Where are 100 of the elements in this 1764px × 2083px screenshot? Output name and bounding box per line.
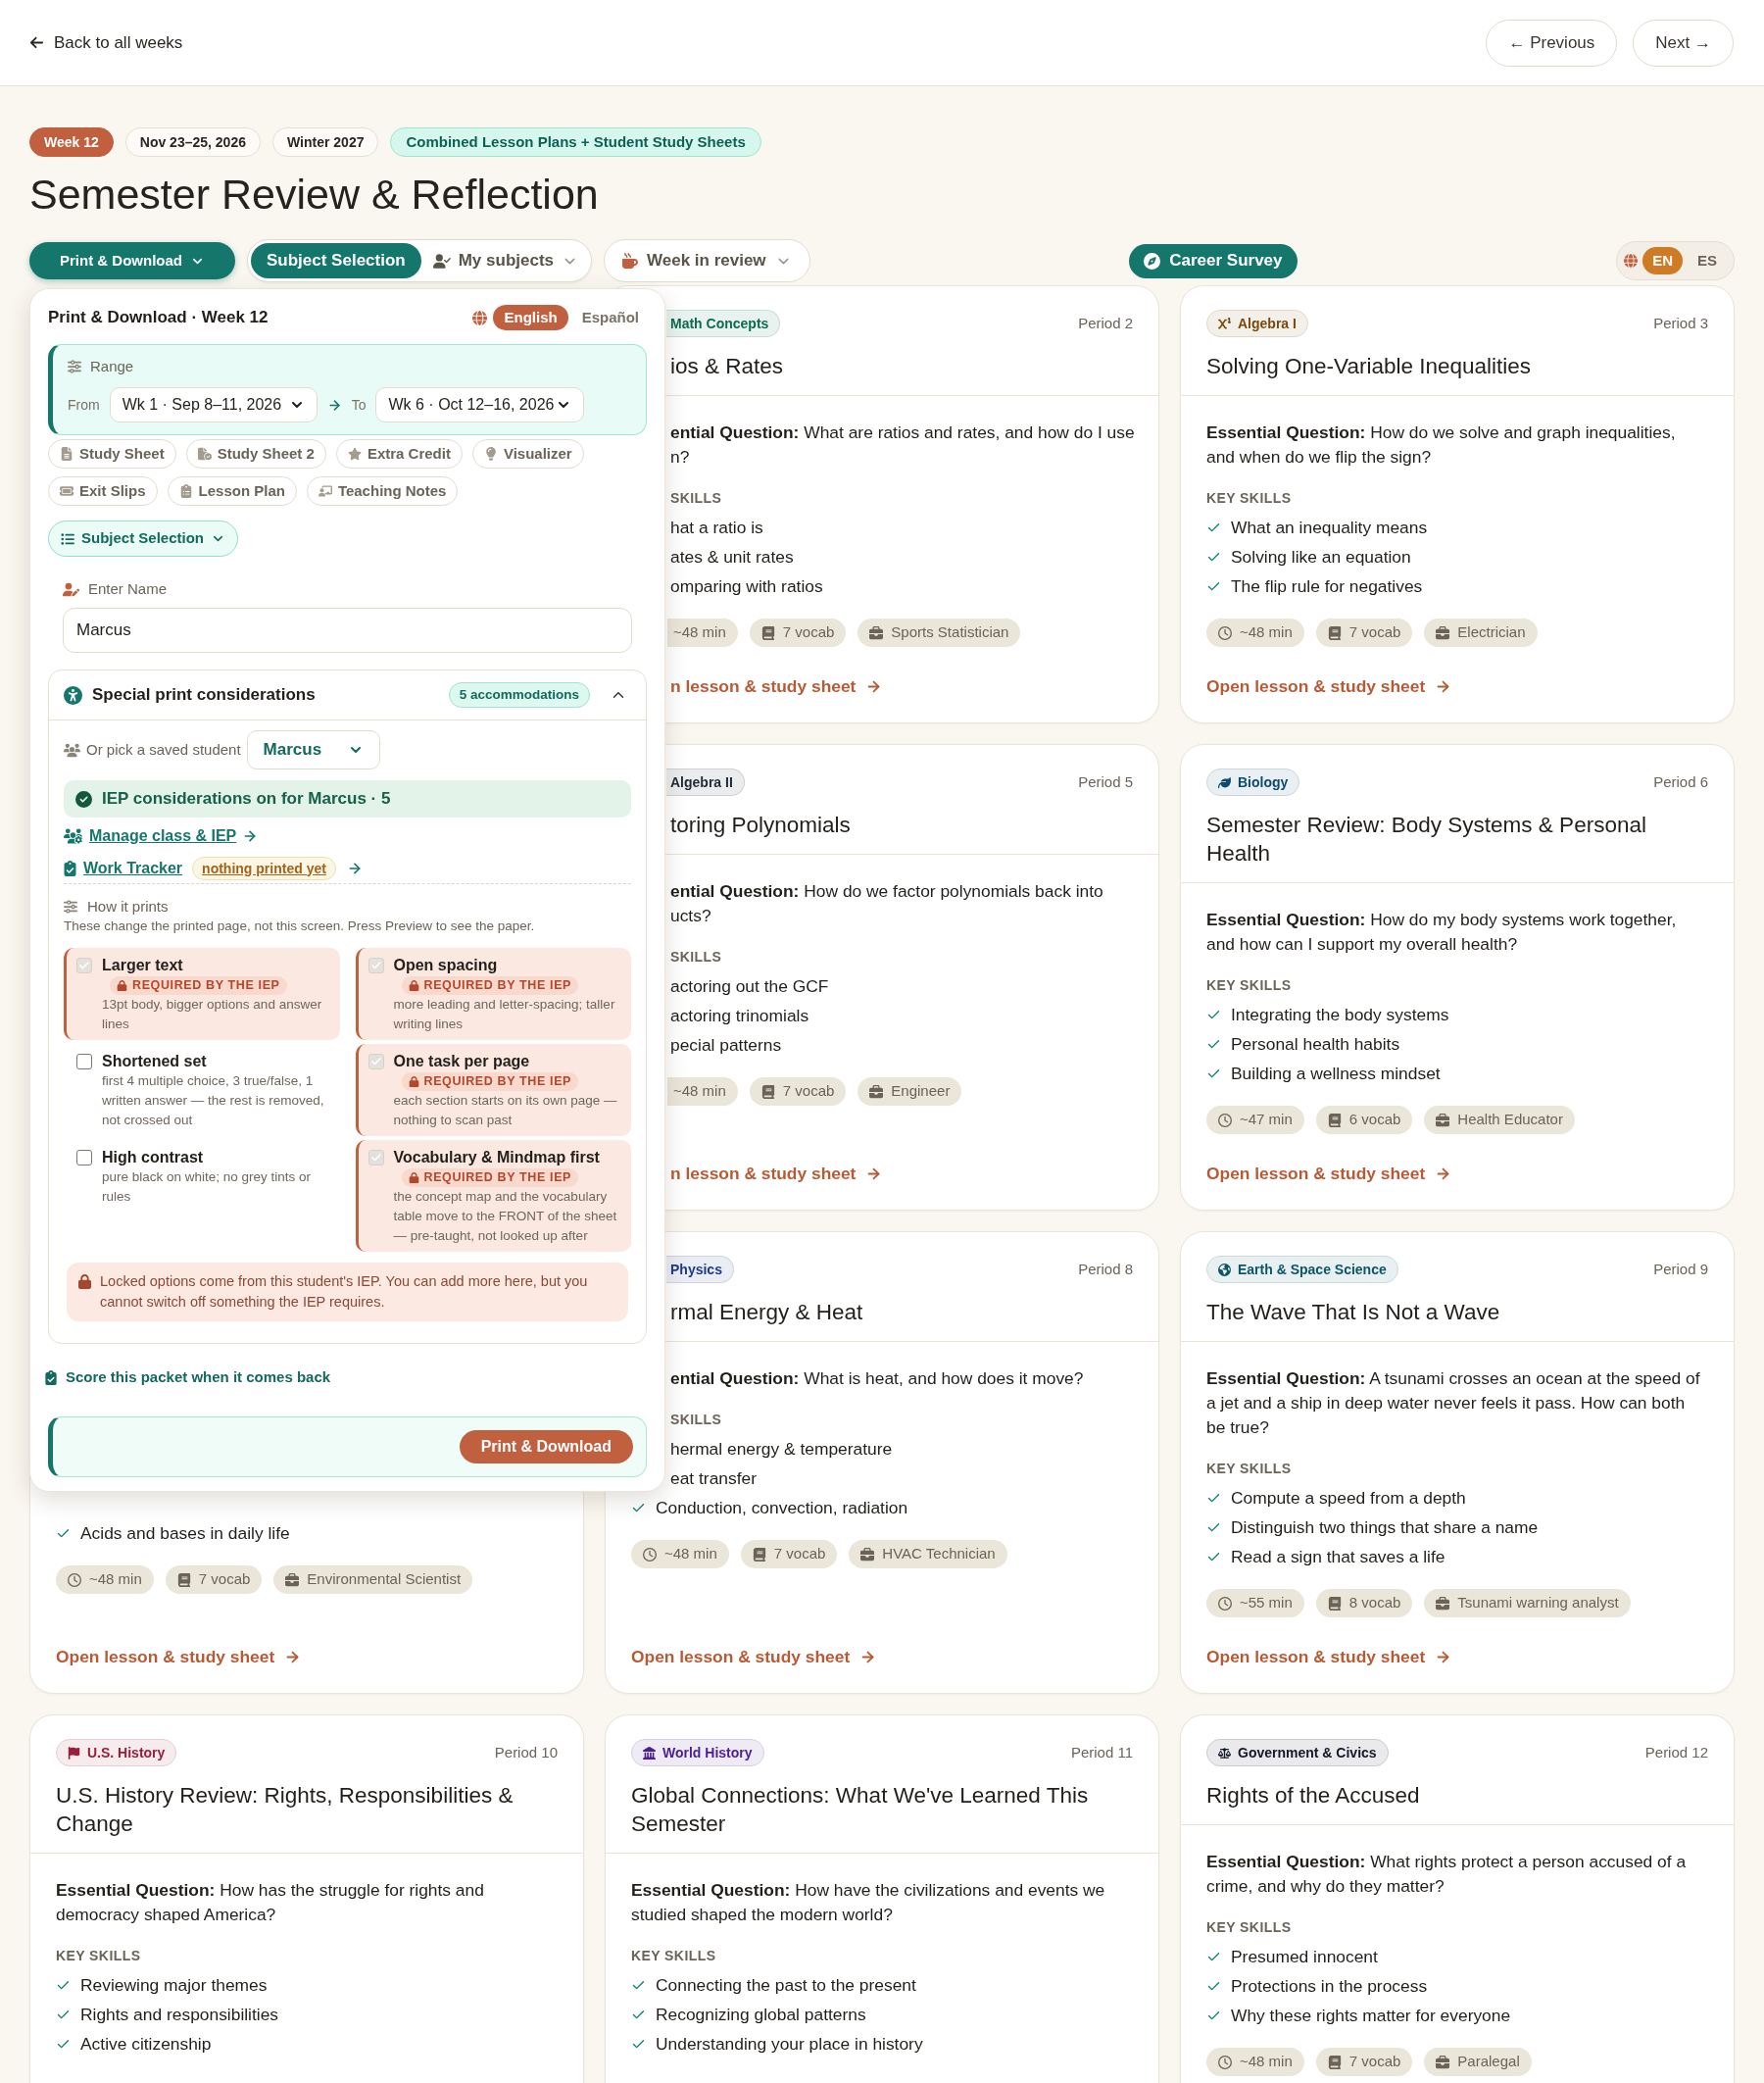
- material-button[interactable]: Teaching Notes: [306, 476, 459, 506]
- required-label: REQUIRED BY THE IEP: [423, 1169, 572, 1187]
- career-text: Electrician: [1457, 622, 1526, 643]
- skill-text: hermal energy & temperature: [670, 1437, 893, 1461]
- language-option[interactable]: Español: [573, 305, 647, 330]
- lesson-title: Solving One-Variable Inequalities: [1206, 353, 1533, 380]
- print-download-button[interactable]: Print & Download: [459, 1429, 633, 1463]
- open-lesson-link[interactable]: n lesson & study sheet: [670, 676, 883, 696]
- option-label: High contrast: [102, 1148, 204, 1167]
- skill-text: Solving like an equation: [1231, 545, 1411, 569]
- skill-text: Reviewing major themes: [80, 1973, 268, 1997]
- period-label: Period 6: [1653, 771, 1708, 792]
- open-lesson-link[interactable]: Open lesson & study sheet: [631, 1647, 877, 1666]
- lock-icon: [117, 980, 127, 991]
- landmark-icon: [643, 1746, 656, 1760]
- subject-selection-button[interactable]: Subject Selection: [48, 521, 239, 557]
- option-label: Vocabulary & Mindmap first: [393, 1148, 600, 1167]
- vocab-count: 6 vocab: [1348, 1110, 1401, 1130]
- material-button[interactable]: Study Sheet: [48, 439, 176, 469]
- skill-text: actoring out the GCF: [670, 974, 829, 998]
- period-label: Period 11: [1070, 1742, 1133, 1762]
- from-label: From: [68, 395, 100, 415]
- saved-student-select[interactable]: Marcus: [246, 730, 380, 769]
- clipboard-icon: [178, 484, 193, 498]
- flag-icon: [68, 1746, 80, 1760]
- skills-heading: SKILLS: [670, 1412, 723, 1428]
- score-link[interactable]: Score this packet when it comes back: [45, 1367, 331, 1387]
- required-label: REQUIRED BY THE IEP: [423, 977, 572, 995]
- duration-text: ~48 min: [1240, 2052, 1293, 2072]
- career-survey-button[interactable]: Career Survey: [1129, 243, 1298, 278]
- status-text: IEP considerations on for Marcus · 5: [102, 788, 391, 811]
- view-tab[interactable]: My subjects: [422, 243, 588, 278]
- people-icon: [64, 742, 80, 758]
- book-icon: [1327, 2055, 1342, 2069]
- scale-icon: [1218, 1746, 1231, 1760]
- material-button[interactable]: Exit Slips: [48, 476, 158, 506]
- open-lesson-link[interactable]: n lesson & study sheet: [670, 1164, 883, 1183]
- skill-text: Integrating the body systems: [1231, 1003, 1449, 1026]
- skills-heading: KEY SKILLS: [1206, 977, 1293, 994]
- skill-text: Protections in the process: [1231, 1974, 1428, 1998]
- book-icon: [1327, 625, 1342, 640]
- clock-icon: [643, 1547, 657, 1562]
- skill-text: Recognizing global patterns: [656, 2003, 866, 2026]
- presentation-icon: [318, 484, 332, 498]
- open-lesson-link[interactable]: Open lesson & study sheet: [1206, 676, 1452, 696]
- vocab-count: 8 vocab: [1348, 1593, 1401, 1613]
- vocab-count: 7 vocab: [782, 1081, 835, 1102]
- option-description: the concept map and the vocabulary table move to the FRONT of the sheet — pre-taught, not looked up after: [393, 1188, 618, 1245]
- duration-text: ~48 min: [673, 1081, 726, 1102]
- essential-question: ential Question: What are ratios and rates, and how do I use n?: [670, 422, 1136, 469]
- back-link[interactable]: Back to all weeks: [29, 29, 183, 56]
- material-button[interactable]: Extra Credit: [335, 439, 463, 469]
- language-option[interactable]: EN: [1642, 247, 1683, 274]
- career-text: Paralegal: [1457, 2052, 1520, 2072]
- name-field[interactable]: Marcus: [63, 608, 632, 653]
- subject-label: World History: [662, 1743, 753, 1762]
- lesson-title: ios & Rates: [670, 353, 785, 380]
- sliders-icon: [64, 900, 77, 914]
- lesson-title: Global Connections: What We've Learned This Semester: [631, 1782, 1090, 1838]
- open-lesson-link[interactable]: Open lesson & study sheet: [1206, 1647, 1452, 1666]
- skill-text: Read a sign that saves a life: [1231, 1545, 1446, 1568]
- subject-label: Algebra II: [670, 772, 733, 792]
- open-lesson-link[interactable]: Open lesson & study sheet: [1206, 1164, 1452, 1183]
- previous-button[interactable]: ← Previous: [1486, 19, 1618, 67]
- option-label: One task per page: [393, 1052, 530, 1071]
- from-select[interactable]: Wk 1 · Sep 8–11, 2026: [109, 387, 318, 422]
- language-option[interactable]: ES: [1688, 247, 1727, 274]
- lesson-title: U.S. History Review: Rights, Responsibilities & Change: [56, 1782, 514, 1838]
- material-button[interactable]: Lesson Plan: [167, 476, 297, 506]
- view-tab[interactable]: Subject Selection: [251, 243, 421, 278]
- checkbox[interactable]: [76, 1150, 92, 1165]
- material-button[interactable]: Visualizer: [471, 439, 584, 469]
- next-button[interactable]: Next →: [1633, 19, 1734, 67]
- checkbox[interactable]: [76, 1054, 92, 1069]
- briefcase-icon: [1436, 1113, 1450, 1127]
- skill-text: Rights and responsibilities: [80, 2003, 279, 2026]
- vocab-count: 7 vocab: [782, 622, 835, 643]
- how-label: How it prints: [87, 896, 169, 917]
- essential-question: ential Question: What is heat, and how does it move?: [670, 1367, 1085, 1390]
- skills-heading: KEY SKILLS: [1206, 490, 1293, 507]
- lock-icon: [408, 1172, 419, 1183]
- career-text: Sports Statistician: [891, 622, 1009, 643]
- section-title: Special print considerations: [92, 684, 316, 707]
- skill-text: Active citizenship: [80, 2032, 212, 2056]
- format-tag: Combined Lesson Plans + Student Study Sheets: [390, 127, 761, 157]
- language-option[interactable]: English: [493, 305, 568, 330]
- to-select[interactable]: Wk 6 · Oct 12–16, 2026: [375, 387, 585, 422]
- subject-label: U.S. History: [87, 1743, 166, 1762]
- material-button[interactable]: Study Sheet 2: [185, 439, 326, 469]
- period-label: Period 3: [1653, 313, 1708, 333]
- ticket-icon: [60, 484, 74, 498]
- skill-text: The flip rule for negatives: [1231, 574, 1423, 598]
- work-tracker-link[interactable]: Work Tracker: [83, 857, 183, 880]
- manage-link[interactable]: Manage class & IEP: [89, 824, 259, 848]
- page-title: Semester Review & Reflection: [29, 170, 600, 219]
- week-review-button[interactable]: Week in review: [604, 239, 810, 282]
- open-lesson-link[interactable]: Open lesson & study sheet: [56, 1647, 302, 1666]
- career-text: Tsunami warning analyst: [1457, 1593, 1619, 1613]
- skill-text: actoring trinomials: [670, 1004, 809, 1027]
- print-download-menu-button[interactable]: Print & Download: [29, 242, 235, 279]
